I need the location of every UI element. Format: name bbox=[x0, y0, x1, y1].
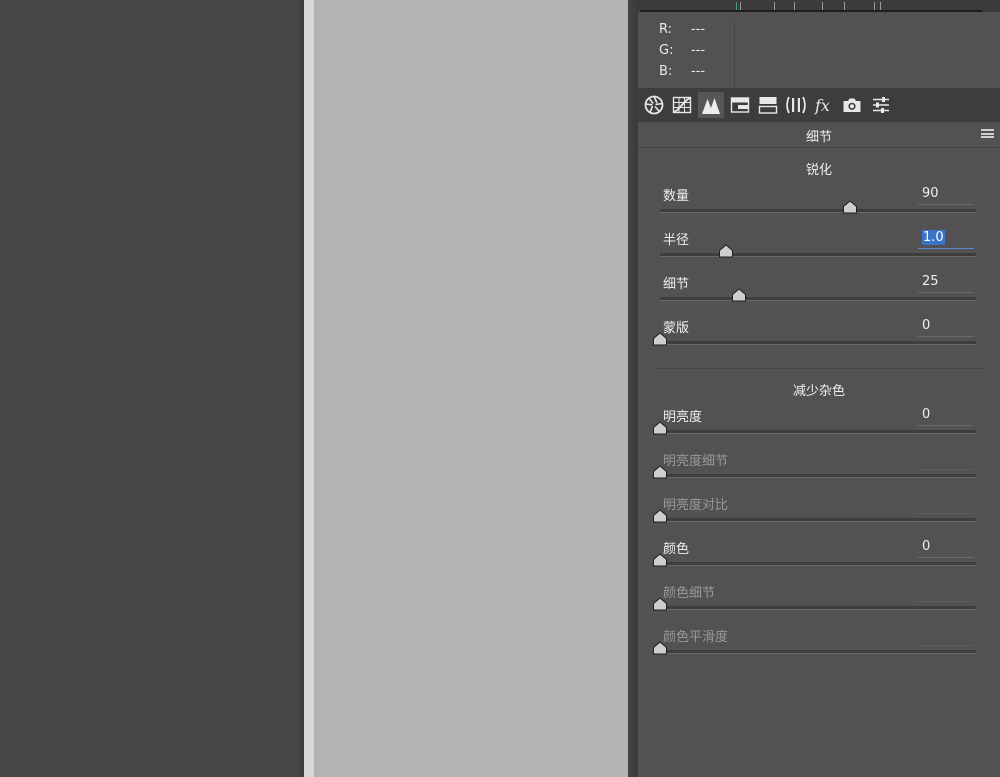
left-panel-area bbox=[0, 0, 296, 777]
slider-thumb[interactable] bbox=[652, 421, 668, 435]
slider-value-field[interactable]: 90 bbox=[918, 185, 974, 205]
slider-value-text: 1.0 bbox=[922, 230, 945, 245]
slider-row: 半径 1.0 bbox=[638, 229, 1000, 273]
slider-value-text: 0 bbox=[922, 539, 931, 554]
slider-value-text: 0 bbox=[922, 318, 931, 333]
image-canvas-edge bbox=[304, 0, 314, 777]
slider-value-text: 0 bbox=[922, 407, 931, 422]
histogram-marks bbox=[734, 0, 884, 10]
tab-basic[interactable] bbox=[641, 92, 667, 118]
section-divider bbox=[656, 368, 982, 369]
histogram bbox=[638, 0, 1000, 12]
slider-thumb bbox=[653, 597, 667, 611]
slider-track bbox=[660, 518, 976, 522]
slider-track[interactable] bbox=[660, 562, 976, 566]
slider-row: 蒙版 0 bbox=[638, 317, 1000, 361]
slider-label: 明亮度 bbox=[663, 410, 703, 425]
canvas-shadow bbox=[628, 0, 638, 777]
adjustments-panel: R: --- G: --- B: --- fx 细节 锐化 数量 90 半径 1… bbox=[638, 0, 1000, 777]
slider-value-field[interactable]: 0 bbox=[918, 406, 974, 426]
slider-thumb[interactable] bbox=[718, 244, 734, 258]
slider-track[interactable] bbox=[660, 341, 976, 345]
slider-row: 细节 25 bbox=[638, 273, 1000, 317]
hsl-icon bbox=[730, 97, 750, 113]
slider-track[interactable] bbox=[660, 297, 976, 301]
slider-row: 颜色细节 bbox=[638, 582, 1000, 626]
panel-menu-icon[interactable] bbox=[981, 129, 994, 139]
basic-aperture-icon bbox=[644, 95, 664, 115]
noise-reduction-section-title: 减少杂色 bbox=[792, 384, 845, 399]
slider-track[interactable] bbox=[660, 253, 976, 257]
tab-lens-corrections[interactable] bbox=[783, 92, 809, 118]
slider-thumb[interactable] bbox=[652, 332, 668, 346]
slider-label: 半径 bbox=[663, 233, 690, 248]
tab-presets[interactable] bbox=[868, 92, 894, 118]
slider-row: 明亮度细节 bbox=[638, 450, 1000, 494]
slider-label: 数量 bbox=[663, 189, 690, 204]
presets-sliders-icon bbox=[873, 97, 889, 113]
detail-mountains-icon bbox=[702, 98, 720, 114]
slider-thumb[interactable] bbox=[731, 288, 747, 302]
slider-row: 数量 90 bbox=[638, 185, 1000, 229]
panel-header: 细节 bbox=[638, 122, 1000, 148]
effects-fx-icon: fx bbox=[814, 96, 830, 115]
slider-track bbox=[660, 474, 976, 478]
slider-thumb bbox=[653, 641, 667, 655]
left-panel-shadow bbox=[296, 0, 304, 777]
tab-effects[interactable]: fx bbox=[811, 92, 837, 118]
slider-row: 明亮度 0 bbox=[638, 406, 1000, 450]
slider-value-field[interactable]: 25 bbox=[918, 273, 974, 293]
slider-track bbox=[660, 650, 976, 654]
tab-detail[interactable] bbox=[698, 92, 724, 118]
slider-label: 细节 bbox=[663, 277, 690, 292]
slider-value-field[interactable]: 0 bbox=[918, 538, 974, 558]
slider-thumb[interactable] bbox=[842, 200, 858, 214]
rgb-readout: R: --- G: --- B: --- bbox=[638, 12, 1000, 88]
tone-curve-grid-icon bbox=[672, 96, 692, 114]
rgb-readout-g: G: --- bbox=[659, 43, 706, 58]
slider-track[interactable] bbox=[660, 209, 976, 213]
slider-row: 明亮度对比 bbox=[638, 494, 1000, 538]
slider-track bbox=[660, 606, 976, 610]
slider-value-field[interactable]: 0 bbox=[918, 317, 974, 337]
slider-thumb[interactable] bbox=[652, 553, 668, 567]
slider-row: 颜色平滑度 bbox=[638, 626, 1000, 670]
slider-track[interactable] bbox=[660, 430, 976, 434]
slider-thumb bbox=[653, 465, 667, 479]
tab-split-toning[interactable] bbox=[755, 92, 781, 118]
slider-label: 明亮度细节 bbox=[663, 454, 729, 469]
svg-text:fx: fx bbox=[814, 96, 830, 115]
tab-tone-curve[interactable] bbox=[669, 92, 695, 118]
rgb-readout-separator bbox=[734, 22, 735, 88]
split-toning-icon bbox=[758, 97, 778, 114]
rgb-readout-r: R: --- bbox=[659, 22, 706, 37]
slider-value-field bbox=[918, 626, 974, 646]
slider-thumb bbox=[653, 509, 667, 523]
slider-value-field bbox=[918, 494, 974, 514]
slider-value-field bbox=[918, 450, 974, 470]
camera-calibration-icon bbox=[843, 98, 861, 112]
tab-hsl[interactable] bbox=[727, 92, 753, 118]
slider-row: 颜色 0 bbox=[638, 538, 1000, 582]
panel-tab-toolbar: fx bbox=[638, 88, 1000, 122]
slider-value-field bbox=[918, 582, 974, 602]
image-canvas[interactable] bbox=[314, 0, 628, 777]
slider-value-text: 25 bbox=[922, 274, 939, 289]
slider-label: 颜色平滑度 bbox=[663, 630, 729, 645]
slider-label: 明亮度对比 bbox=[663, 498, 729, 513]
sharpening-section-title: 锐化 bbox=[805, 163, 832, 178]
slider-value-field[interactable]: 1.0 bbox=[918, 229, 974, 249]
rgb-readout-b: B: --- bbox=[659, 64, 706, 79]
slider-label: 颜色细节 bbox=[663, 586, 716, 601]
tab-camera-calibration[interactable] bbox=[839, 92, 865, 118]
panel-title: 细节 bbox=[805, 130, 832, 145]
lens-corrections-icon bbox=[786, 96, 806, 114]
slider-value-text: 90 bbox=[922, 186, 939, 201]
